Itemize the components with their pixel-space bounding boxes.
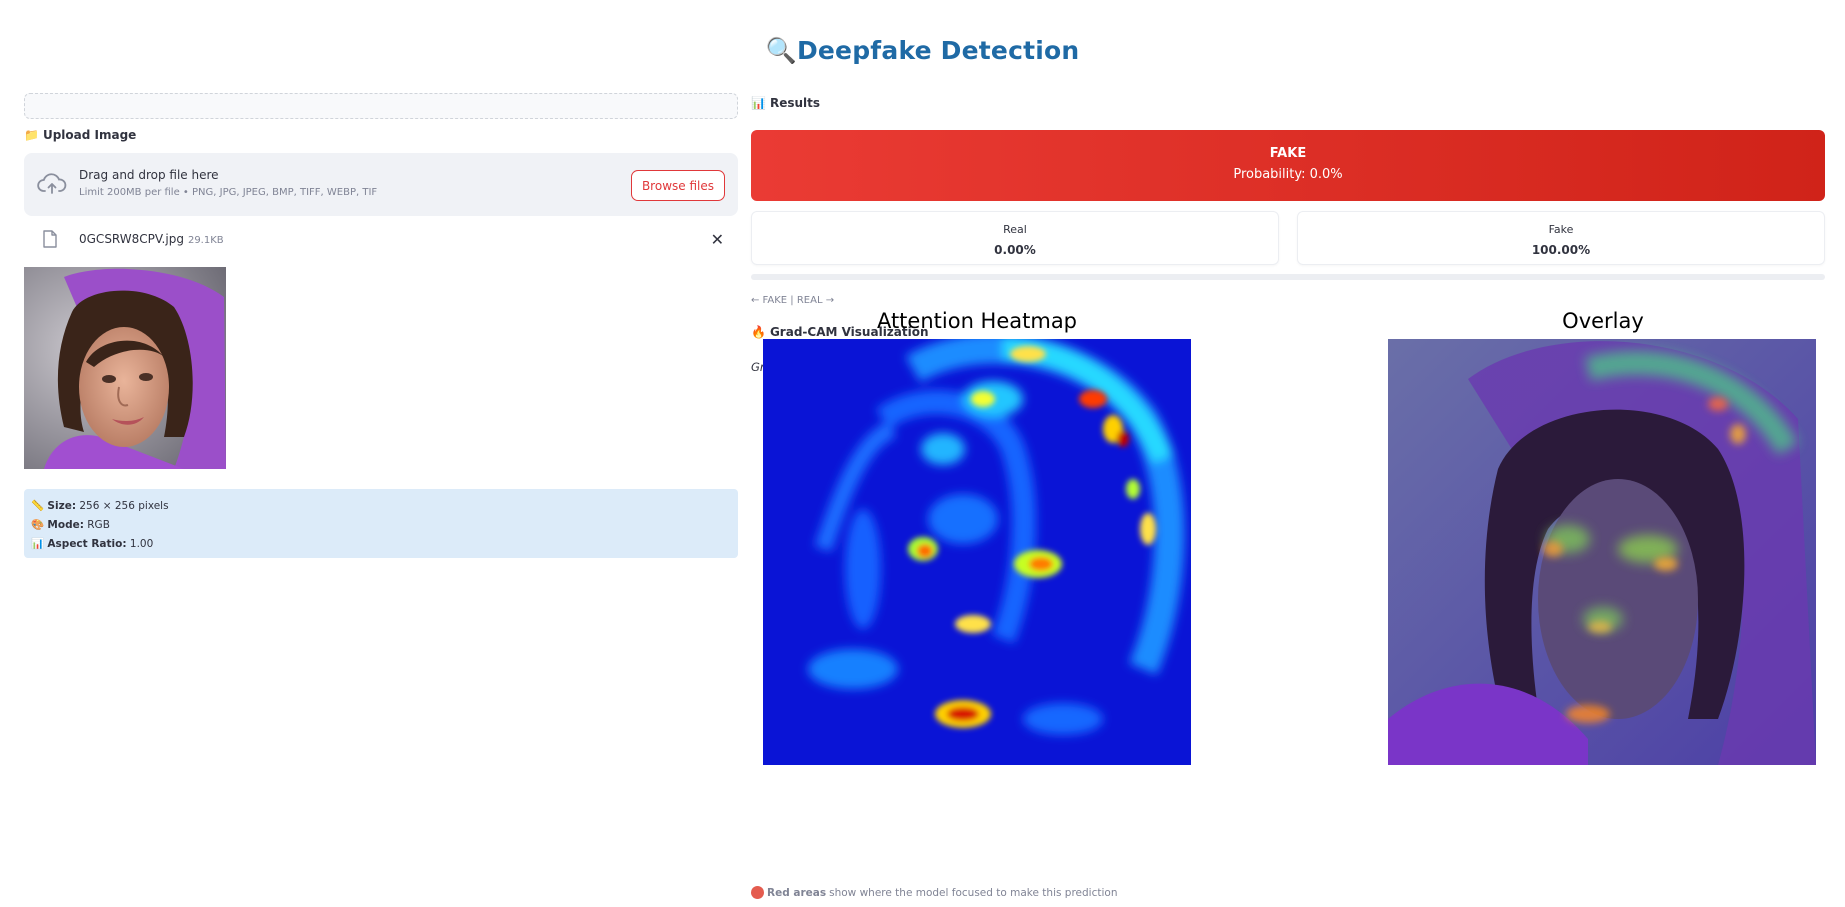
metric-fake: Fake 100.00% (1297, 211, 1825, 265)
metric-real-label: Real (1003, 223, 1027, 236)
page-title: 🔍Deepfake Detection (0, 36, 1845, 66)
dropzone-title: Drag and drop file here (79, 168, 219, 182)
info-size-label: Size: (47, 500, 77, 512)
heatmap-plot-title: Attention Heatmap (876, 309, 1078, 333)
results-section-label: 📊 Results (751, 96, 1825, 110)
browse-files-button[interactable]: Browse files (630, 170, 725, 201)
results-label-text: Results (769, 96, 821, 110)
metric-fake-label: Fake (1548, 223, 1574, 236)
file-dropzone[interactable]: Drag and drop file here Limit 200MB per … (24, 153, 738, 216)
magnifier-icon: 🔍 (765, 36, 797, 65)
face-photo (24, 267, 226, 469)
ruler-icon: 📏 (31, 500, 45, 512)
verdict-banner: FAKE Probability: 0.0% (751, 130, 1825, 201)
info-mode: 🎨 Mode: RGB (31, 516, 731, 535)
cloud-upload-icon (37, 173, 67, 194)
palette-icon: 🎨 (31, 519, 45, 531)
file-name: 0GCSRW8CPV.jpg 29.1KB (79, 232, 224, 246)
info-aspect: 📊 Aspect Ratio: 1.00 (31, 535, 731, 554)
overlay-graphic (1388, 339, 1816, 765)
fake-real-axis-caption: ← FAKE | REAL → (751, 295, 835, 306)
footnote-bold: Red areas (767, 886, 827, 899)
info-aspect-value: 1.00 (129, 538, 154, 550)
overlay-image (1388, 339, 1816, 765)
red-circle-icon (751, 886, 764, 899)
file-icon (43, 230, 57, 248)
bar-chart-icon: 📊 (31, 538, 45, 550)
info-mode-label: Mode: (47, 519, 84, 531)
uploaded-image-preview (24, 267, 226, 469)
placeholder-container (24, 93, 738, 119)
metrics-row: Real 0.00% Fake 100.00% (751, 211, 1825, 265)
metric-real: Real 0.00% (751, 211, 1279, 265)
probability-progress-bar (751, 274, 1825, 280)
gradcam-footnote: Red areas show where the model focused t… (751, 886, 1117, 899)
remove-file-icon[interactable]: ✕ (711, 230, 724, 249)
info-size-value: 256 × 256 pixels (79, 500, 169, 512)
verdict-probability: Probability: 0.0% (1233, 167, 1343, 182)
heatmap-graphic (763, 339, 1191, 765)
footnote-text: show where the model focused to make thi… (829, 886, 1118, 899)
folder-icon: 📁 (24, 128, 39, 142)
dropzone-subtitle: Limit 200MB per file • PNG, JPG, JPEG, B… (79, 187, 378, 198)
info-size: 📏 Size: 256 × 256 pixels (31, 497, 731, 516)
overlay-plot-title: Overlay (1562, 309, 1644, 333)
info-aspect-label: Aspect Ratio: (47, 538, 127, 550)
file-size: 29.1KB (187, 235, 224, 246)
info-mode-value: RGB (87, 519, 110, 531)
metric-real-value: 0.00% (994, 243, 1036, 257)
left-column: 📁 Upload Image Drag and drop file here L… (24, 93, 738, 558)
uploaded-file-row: 0GCSRW8CPV.jpg 29.1KB ✕ (24, 228, 738, 254)
image-info-box: 📏 Size: 256 × 256 pixels 🎨 Mode: RGB 📊 A… (24, 489, 738, 558)
upload-label-text: Upload Image (42, 128, 137, 142)
verdict-label: FAKE (1269, 146, 1307, 161)
upload-section-label: 📁 Upload Image (24, 128, 738, 142)
attention-heatmap-image (763, 339, 1191, 765)
file-name-text: 0GCSRW8CPV.jpg (79, 232, 184, 246)
page-title-text: Deepfake Detection (796, 36, 1080, 65)
bar-chart-icon: 📊 (751, 96, 766, 110)
metric-fake-value: 100.00% (1531, 243, 1591, 257)
